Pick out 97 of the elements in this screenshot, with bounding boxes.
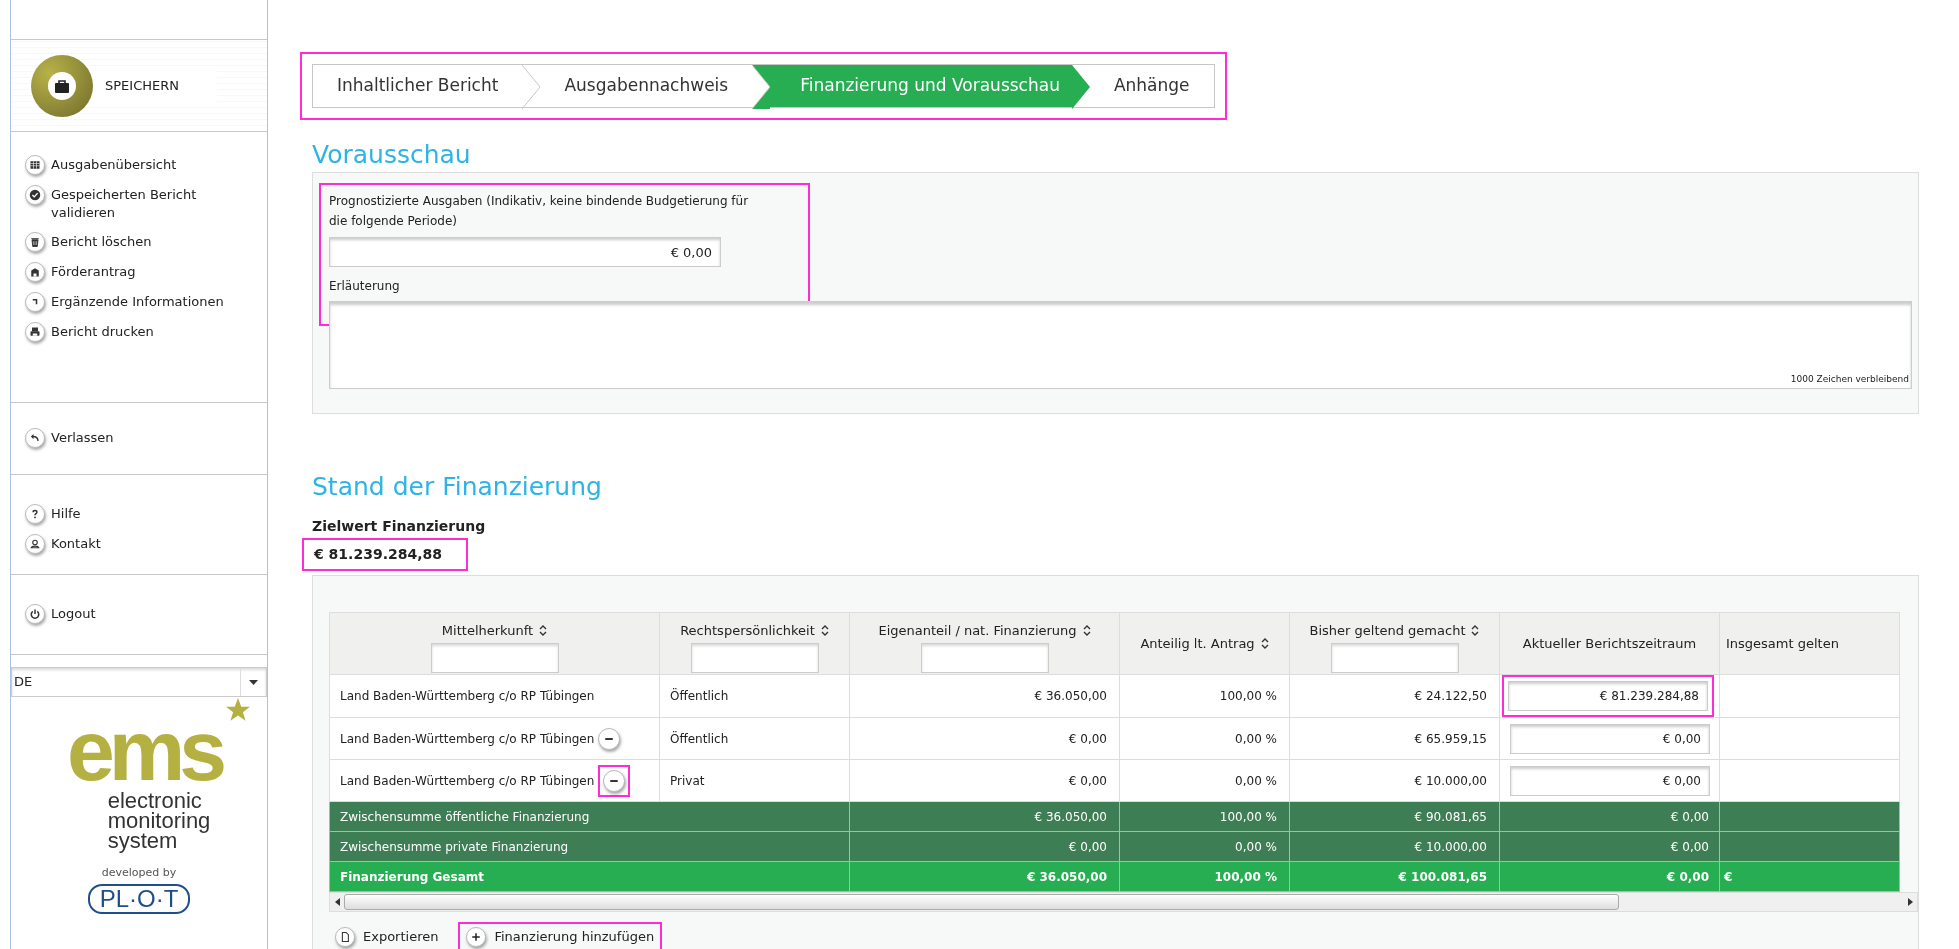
table-cell: 100,00 % [1119,674,1290,718]
remove-button[interactable] [598,727,621,750]
filter-field[interactable] [690,642,819,673]
logo-wordmark: ems [66,715,222,785]
table-cell: € 36.050,00 [849,674,1120,718]
table-cell: € 24.122,50 [1289,674,1500,718]
section-title: Stand der Finanzierung [312,472,603,502]
sidebar-link[interactable]: Ergänzende Informationen [25,293,253,312]
sort-icon [820,625,829,637]
column-header[interactable]: Anteilig lt. Antrag [1119,612,1290,675]
column-header[interactable]: Bisher geltend gemacht [1289,612,1500,675]
sidebar-link[interactable]: Kontakt [25,535,253,554]
table-cell: € 0,00 [1499,801,1720,832]
help-icon [25,504,45,524]
save-button[interactable]: SPEICHERN [31,55,217,116]
table-cell: Öffentlich [659,674,850,718]
contact-icon [25,534,45,554]
action-button[interactable]: Exportieren [329,924,445,949]
scrollbar-thumb[interactable] [344,894,1619,910]
amount-field[interactable]: € 0,00 [1510,765,1710,796]
filter-field[interactable] [430,642,559,673]
filter-field[interactable] [920,642,1049,673]
table-cell: Privat [659,759,850,802]
table-cell: € 0,00 [1499,861,1720,892]
table-cell: 100,00 % [1119,801,1290,832]
table-cell: Zwischensumme öffentliche Finanzierung [329,801,850,832]
power-icon [25,604,45,624]
column-header[interactable]: Rechtspersönlichkeit [659,612,850,675]
table-cell: € 0,00 [849,717,1120,760]
logo-text: system [107,831,178,851]
table-cell: 0,00 % [1119,831,1290,862]
table-cell: € 10.000,00 [1289,759,1500,802]
sidebar-link[interactable]: Gespeicherten Bericht validieren [25,186,253,222]
sidebar-link[interactable]: Ausgabenübersicht [25,156,253,175]
briefcase-icon [48,71,76,100]
table-cell: € 36.050,00 [849,861,1120,892]
sort-icon [1471,625,1480,637]
target-label: Zielwert Finanzierung [312,517,487,536]
table-cell: € 36.050,00 [849,801,1120,832]
printer-icon [25,322,45,342]
character-counter: 1000 Zeichen verbleibend [1790,372,1909,386]
table-cell: € [1719,861,1900,892]
amount-field[interactable]: € 0,00 [329,237,721,267]
building-icon [25,262,45,282]
sidebar-link[interactable]: Förderantrag [25,263,253,282]
sort-icon [1082,625,1091,637]
step-tab[interactable]: Inhaltlicher Bericht [313,65,523,107]
table-cell: € 65.959,15 [1289,717,1500,760]
amount-field[interactable]: € 0,00 [1510,723,1710,754]
table-cell-text: Land Baden-Württemberg c/o RP Tübingen [340,730,595,748]
amount-field[interactable]: € 81.239.284,88 [1508,681,1708,711]
table-cell: € 0,00 [849,759,1120,802]
table-cell: 0,00 % [1119,717,1290,760]
language-select[interactable]: DE [11,667,267,697]
chevron-icon [1071,65,1090,107]
target-amount: € 81.239.284,88 [302,538,468,571]
table-cell-text: Land Baden-Württemberg c/o RP Tübingen [340,772,595,790]
sidebar-link[interactable]: Bericht löschen [25,233,253,252]
scroll-right-icon[interactable] [1908,898,1913,906]
table-cell: € 0,00 [849,831,1120,862]
table-cell-text: Land Baden-Württemberg c/o RP Tübingen [340,688,595,705]
step-tab[interactable]: Ausgabennachweis [540,65,753,107]
table-cell: Öffentlich [659,717,850,760]
table-cell: € 90.081,65 [1289,801,1500,832]
column-header: Aktueller Berichtszeitraum [1499,612,1720,675]
check-icon [25,185,45,205]
logo-text: electronic [107,791,202,811]
star-icon [225,697,252,723]
field-label: Prognostizierte Ausgaben (Indikativ, keine bindende Budgetierung für die folgende Periode) [329,193,749,230]
table-cell: Finanzierung Gesamt [329,861,850,892]
table-icon [25,155,45,175]
logo-caption: developed by [101,865,177,881]
sort-icon [1260,638,1269,649]
table-cell: 0,00 % [1119,759,1290,802]
minus-icon [598,727,621,750]
table-cell: € 10.000,00 [1289,831,1500,862]
column-header[interactable]: Eigenanteil / nat. Finanzierung [849,612,1120,675]
sidebar-link[interactable]: Logout [25,605,253,624]
column-header: Insgesamt gelten [1719,612,1900,675]
table-cell: Zwischensumme private Finanzierung [329,831,850,862]
field-label: Erläuterung [329,278,401,295]
sidebar-link[interactable]: Hilfe [25,505,253,524]
column-header[interactable]: Mittelherkunft [329,612,660,675]
company-logo: PL·O·T [87,883,191,914]
step-tab[interactable]: Anhänge [1089,65,1214,107]
explanation-field[interactable]: 1000 Zeichen verbleibend [329,301,1912,389]
table-cell: € 100.081,65 [1289,861,1500,892]
table-cell: 100,00 % [1119,861,1290,892]
sidebar-link[interactable]: Bericht drucken [25,323,253,342]
table-cell: € 0,00 [1499,831,1720,862]
trash-icon [25,232,45,252]
action-button[interactable]: Finanzierung hinzufügen [458,922,663,949]
sidebar-link[interactable]: Verlassen [25,429,253,448]
filter-field[interactable] [1330,642,1459,673]
horizontal-scrollbar[interactable] [329,892,1918,912]
section-title: Vorausschau [312,140,472,170]
sort-icon [539,625,548,637]
